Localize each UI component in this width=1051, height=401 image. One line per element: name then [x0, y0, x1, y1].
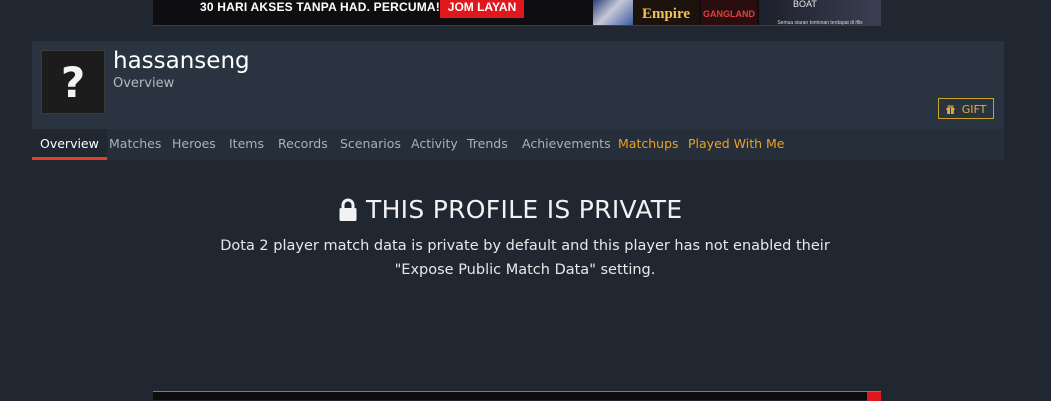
ad-cta-button[interactable]: JOM LAYAN	[440, 0, 524, 18]
tab-played-with-me[interactable]: Played With Me	[680, 129, 793, 160]
ad-brand-gangland: GANGLAND	[701, 0, 757, 25]
gift-icon	[946, 105, 958, 116]
profile-tabs: Overview Matches Heroes Items Records Sc…	[32, 129, 1004, 160]
avatar: ?	[41, 50, 105, 114]
gift-button[interactable]: GIFT	[938, 98, 994, 119]
tab-trends[interactable]: Trends	[459, 129, 516, 160]
ad-headline: 30 HARI AKSES TANPA HAD. PERCUMA!	[200, 0, 440, 14]
ad-brand-boat: BOAT Semua siaran tontonan terdapat di i…	[759, 0, 881, 25]
page-subtitle: Overview	[113, 76, 175, 91]
tab-overview[interactable]: Overview	[32, 129, 107, 160]
private-message-line-2: "Expose Public Match Data" setting.	[394, 262, 656, 278]
player-header: ? hassanseng Overview GIFT	[32, 41, 1004, 129]
tab-scenarios[interactable]: Scenarios	[332, 129, 409, 160]
tab-matchups[interactable]: Matchups	[610, 129, 687, 160]
ad-brand-empire: Empire	[633, 0, 699, 25]
ad-caption: Semua siaran tontonan terdapat di iflix	[777, 20, 863, 26]
top-ad-banner[interactable]: 30 HARI AKSES TANPA HAD. PERCUMA! JOM LA…	[153, 0, 881, 26]
private-profile-title: THIS PROFILE IS PRIVATE	[366, 195, 683, 224]
tab-items[interactable]: Items	[221, 129, 272, 160]
tab-records[interactable]: Records	[270, 129, 336, 160]
tab-achievements[interactable]: Achievements	[514, 129, 619, 160]
ad-brand-boat-title: BOAT	[793, 0, 817, 9]
tab-heroes[interactable]: Heroes	[164, 129, 224, 160]
bottom-ad-banner[interactable]	[153, 391, 881, 401]
ad-image	[593, 0, 633, 25]
player-name: hassanseng	[113, 48, 250, 74]
private-message-line-1: Dota 2 player match data is private by d…	[220, 238, 830, 254]
gift-label: GIFT	[961, 103, 987, 116]
private-profile-message: Dota 2 player match data is private by d…	[200, 234, 850, 282]
lock-icon	[339, 198, 357, 221]
tab-activity[interactable]: Activity	[403, 129, 466, 160]
tab-matches[interactable]: Matches	[101, 129, 169, 160]
